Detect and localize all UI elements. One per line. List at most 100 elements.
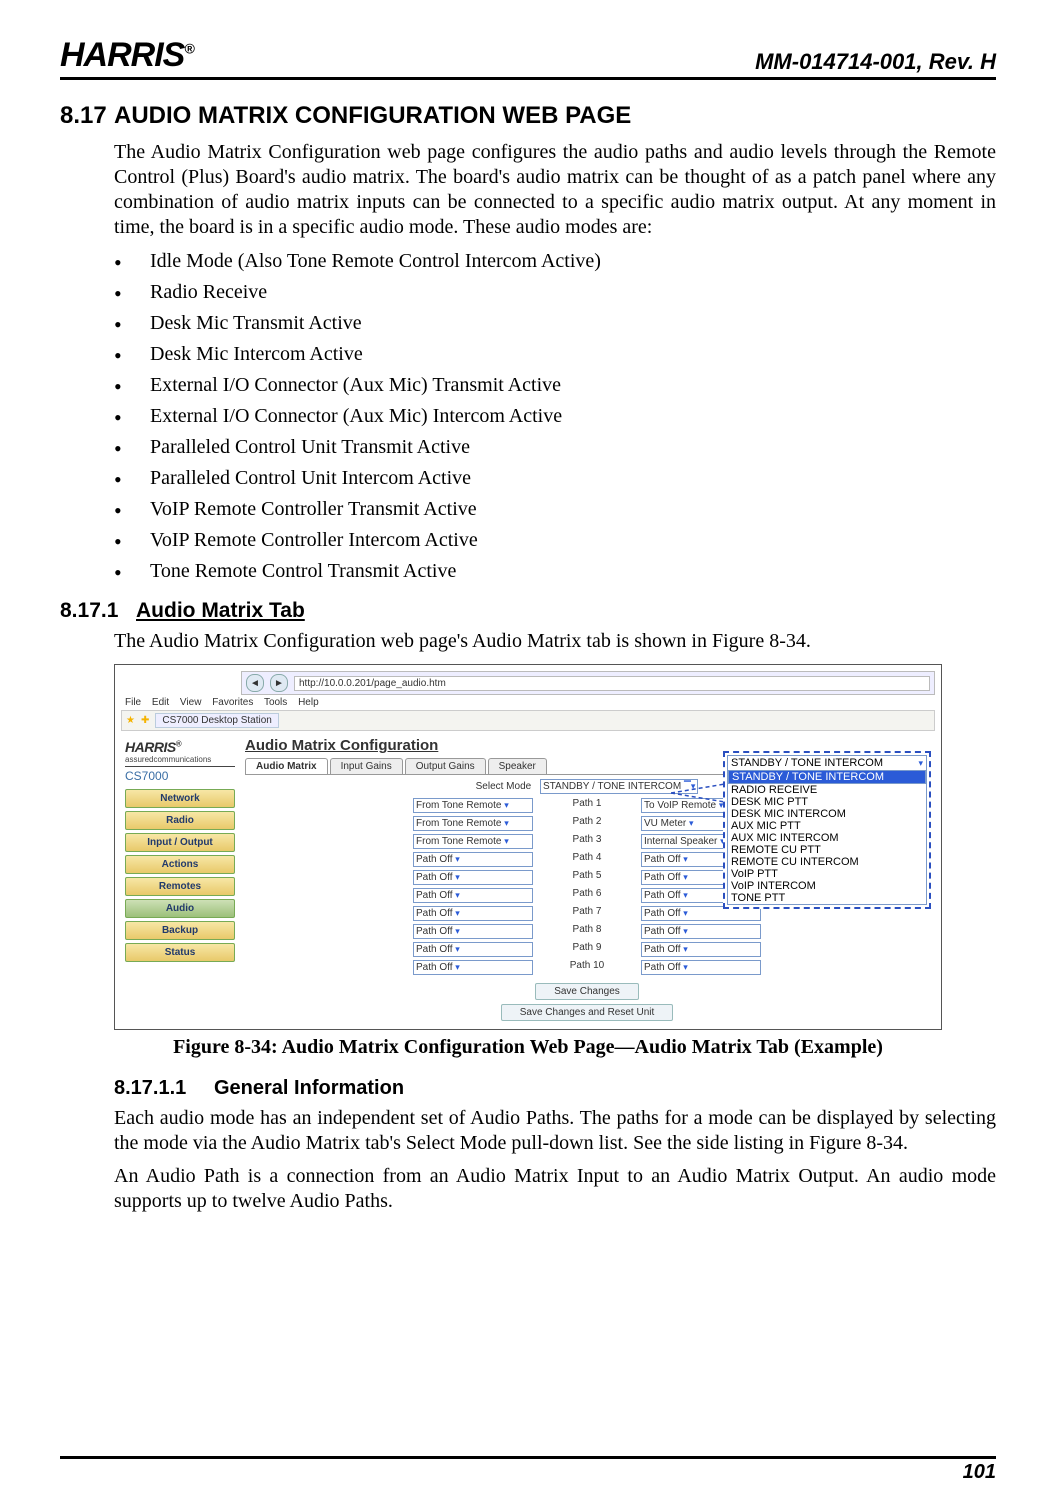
list-item: VoIP Remote Controller Transmit Active	[114, 498, 996, 521]
sidebar-item-network[interactable]: Network	[125, 789, 235, 808]
tab-speaker[interactable]: Speaker	[488, 758, 547, 774]
path-label: Path 5	[547, 870, 627, 885]
path-from-select[interactable]: Path Off ▾	[413, 924, 533, 939]
callout-option[interactable]: STANDBY / TONE INTERCOM	[728, 770, 926, 784]
list-item: Idle Mode (Also Tone Remote Control Inte…	[114, 250, 996, 273]
logo-reg: ®	[184, 41, 193, 57]
subsubsection-number: 8.17.1.1	[114, 1077, 214, 1100]
callout-option[interactable]: DESK MIC PTT	[728, 796, 926, 808]
path-label: Path 2	[547, 816, 627, 831]
path-to-select[interactable]: Path Off ▾	[641, 924, 761, 939]
sidebar-item-backup[interactable]: Backup	[125, 921, 235, 940]
page-header: HARRIS® MM-014714-001, Rev. H	[60, 36, 996, 80]
tab-output-gains[interactable]: Output Gains	[405, 758, 486, 774]
callout-option[interactable]: VoIP PTT	[728, 868, 926, 880]
section-number: 8.17	[60, 102, 114, 130]
callout-arrow-icon	[671, 783, 731, 803]
tab-audio-matrix[interactable]: Audio Matrix	[245, 758, 328, 774]
logo-text: HARRIS	[60, 36, 184, 74]
star-add-icon[interactable]: ✚	[141, 715, 149, 726]
path-from-select[interactable]: Path Off ▾	[413, 942, 533, 957]
menu-view[interactable]: View	[180, 697, 202, 708]
harris-logo: HARRIS®	[60, 36, 194, 75]
sidebar-model: CS7000	[125, 769, 235, 783]
callout-option[interactable]: RADIO RECEIVE	[728, 784, 926, 796]
list-item: VoIP Remote Controller Intercom Active	[114, 529, 996, 552]
path-label: Path 1	[547, 798, 627, 813]
sidebar-item-io[interactable]: Input / Output	[125, 833, 235, 852]
menu-file[interactable]: File	[125, 697, 141, 708]
callout-option[interactable]: REMOTE CU PTT	[728, 844, 926, 856]
menu-favorites[interactable]: Favorites	[212, 697, 253, 708]
callout-option[interactable]: VoIP INTERCOM	[728, 880, 926, 892]
browser-menu-bar: File Edit View Favorites Tools Help	[125, 697, 935, 708]
sidebar-brand: HARRIS®	[125, 739, 235, 755]
path-from-select[interactable]: Path Off ▾	[413, 870, 533, 885]
sidebar-item-status[interactable]: Status	[125, 943, 235, 962]
sidebar-item-audio[interactable]: Audio	[125, 899, 235, 918]
list-item: Desk Mic Intercom Active	[114, 343, 996, 366]
callout-option[interactable]: AUX MIC PTT	[728, 820, 926, 832]
chevron-down-icon: ▾	[918, 758, 923, 769]
menu-edit[interactable]: Edit	[152, 697, 169, 708]
subsection-title: Audio Matrix Tab	[136, 599, 305, 622]
sidebar-brand-text: HARRIS	[125, 739, 176, 755]
list-item: Tone Remote Control Transmit Active	[114, 560, 996, 583]
star-icon[interactable]: ★	[126, 715, 135, 726]
callout-option[interactable]: TONE PTT	[728, 892, 926, 904]
favorite-tab[interactable]: CS7000 Desktop Station	[155, 713, 279, 728]
path-from-select[interactable]: Path Off ▾	[413, 852, 533, 867]
subsubsection-title: General Information	[214, 1077, 404, 1099]
sidebar-item-remotes[interactable]: Remotes	[125, 877, 235, 896]
subsection-heading: 8.17.1Audio Matrix Tab	[60, 599, 996, 623]
general-info-p2: An Audio Path is a connection from an Au…	[114, 1164, 996, 1214]
tab-input-gains[interactable]: Input Gains	[330, 758, 403, 774]
subsection-number: 8.17.1	[60, 599, 136, 623]
path-label: Path 8	[547, 924, 627, 939]
save-changes-button[interactable]: Save Changes	[535, 983, 639, 1000]
menu-tools[interactable]: Tools	[264, 697, 287, 708]
path-from-select[interactable]: From Tone Remote ▾	[413, 816, 533, 831]
figure-caption: Figure 8-34: Audio Matrix Configuration …	[60, 1036, 996, 1059]
section-heading: 8.17AUDIO MATRIX CONFIGURATION WEB PAGE	[60, 102, 996, 130]
callout-selected-closed[interactable]: STANDBY / TONE INTERCOM ▾	[727, 755, 927, 770]
sidebar-brand-reg: ®	[176, 739, 181, 748]
path-from-select[interactable]: From Tone Remote ▾	[413, 798, 533, 813]
url-field[interactable]: http://10.0.0.201/page_audio.htm	[294, 676, 930, 691]
figure-screenshot: ◄ ► http://10.0.0.201/page_audio.htm Fil…	[114, 664, 942, 1030]
sidebar-item-actions[interactable]: Actions	[125, 855, 235, 874]
page-number: 101	[60, 1461, 996, 1484]
sidebar-item-radio[interactable]: Radio	[125, 811, 235, 830]
mode-list: Idle Mode (Also Tone Remote Control Inte…	[114, 250, 996, 583]
favorites-row: ★ ✚ CS7000 Desktop Station	[121, 710, 935, 731]
page-footer: 101	[60, 1456, 996, 1484]
menu-help[interactable]: Help	[298, 697, 319, 708]
path-to-select[interactable]: Path Off ▾	[641, 960, 761, 975]
callout-option[interactable]: REMOTE CU INTERCOM	[728, 856, 926, 868]
path-label: Path 4	[547, 852, 627, 867]
path-to-select[interactable]: Path Off ▾	[641, 942, 761, 957]
sidebar: HARRIS® assuredcommunications CS7000 Net…	[121, 735, 239, 1023]
callout-option[interactable]: DESK MIC INTERCOM	[728, 808, 926, 820]
path-from-select[interactable]: Path Off ▾	[413, 888, 533, 903]
path-label: Path 9	[547, 942, 627, 957]
general-info-p1: Each audio mode has an independent set o…	[114, 1106, 996, 1156]
nav-fwd-icon[interactable]: ►	[270, 674, 288, 692]
section-intro: The Audio Matrix Configuration web page …	[114, 140, 996, 240]
nav-back-icon[interactable]: ◄	[246, 674, 264, 692]
path-label: Path 10	[547, 960, 627, 975]
list-item: External I/O Connector (Aux Mic) Interco…	[114, 405, 996, 428]
path-from-select[interactable]: From Tone Remote ▾	[413, 834, 533, 849]
select-mode-label: Select Mode	[476, 781, 532, 792]
path-from-select[interactable]: Path Off ▾	[413, 960, 533, 975]
callout-selected-text: STANDBY / TONE INTERCOM	[731, 757, 883, 769]
section-title: AUDIO MATRIX CONFIGURATION WEB PAGE	[114, 102, 631, 129]
path-label: Path 3	[547, 834, 627, 849]
path-label: Path 7	[547, 906, 627, 921]
list-item: Paralleled Control Unit Intercom Active	[114, 467, 996, 490]
path-label: Path 6	[547, 888, 627, 903]
callout-option-list: STANDBY / TONE INTERCOMRADIO RECEIVEDESK…	[727, 770, 927, 905]
path-from-select[interactable]: Path Off ▾	[413, 906, 533, 921]
save-reset-button[interactable]: Save Changes and Reset Unit	[501, 1004, 674, 1021]
callout-option[interactable]: AUX MIC INTERCOM	[728, 832, 926, 844]
